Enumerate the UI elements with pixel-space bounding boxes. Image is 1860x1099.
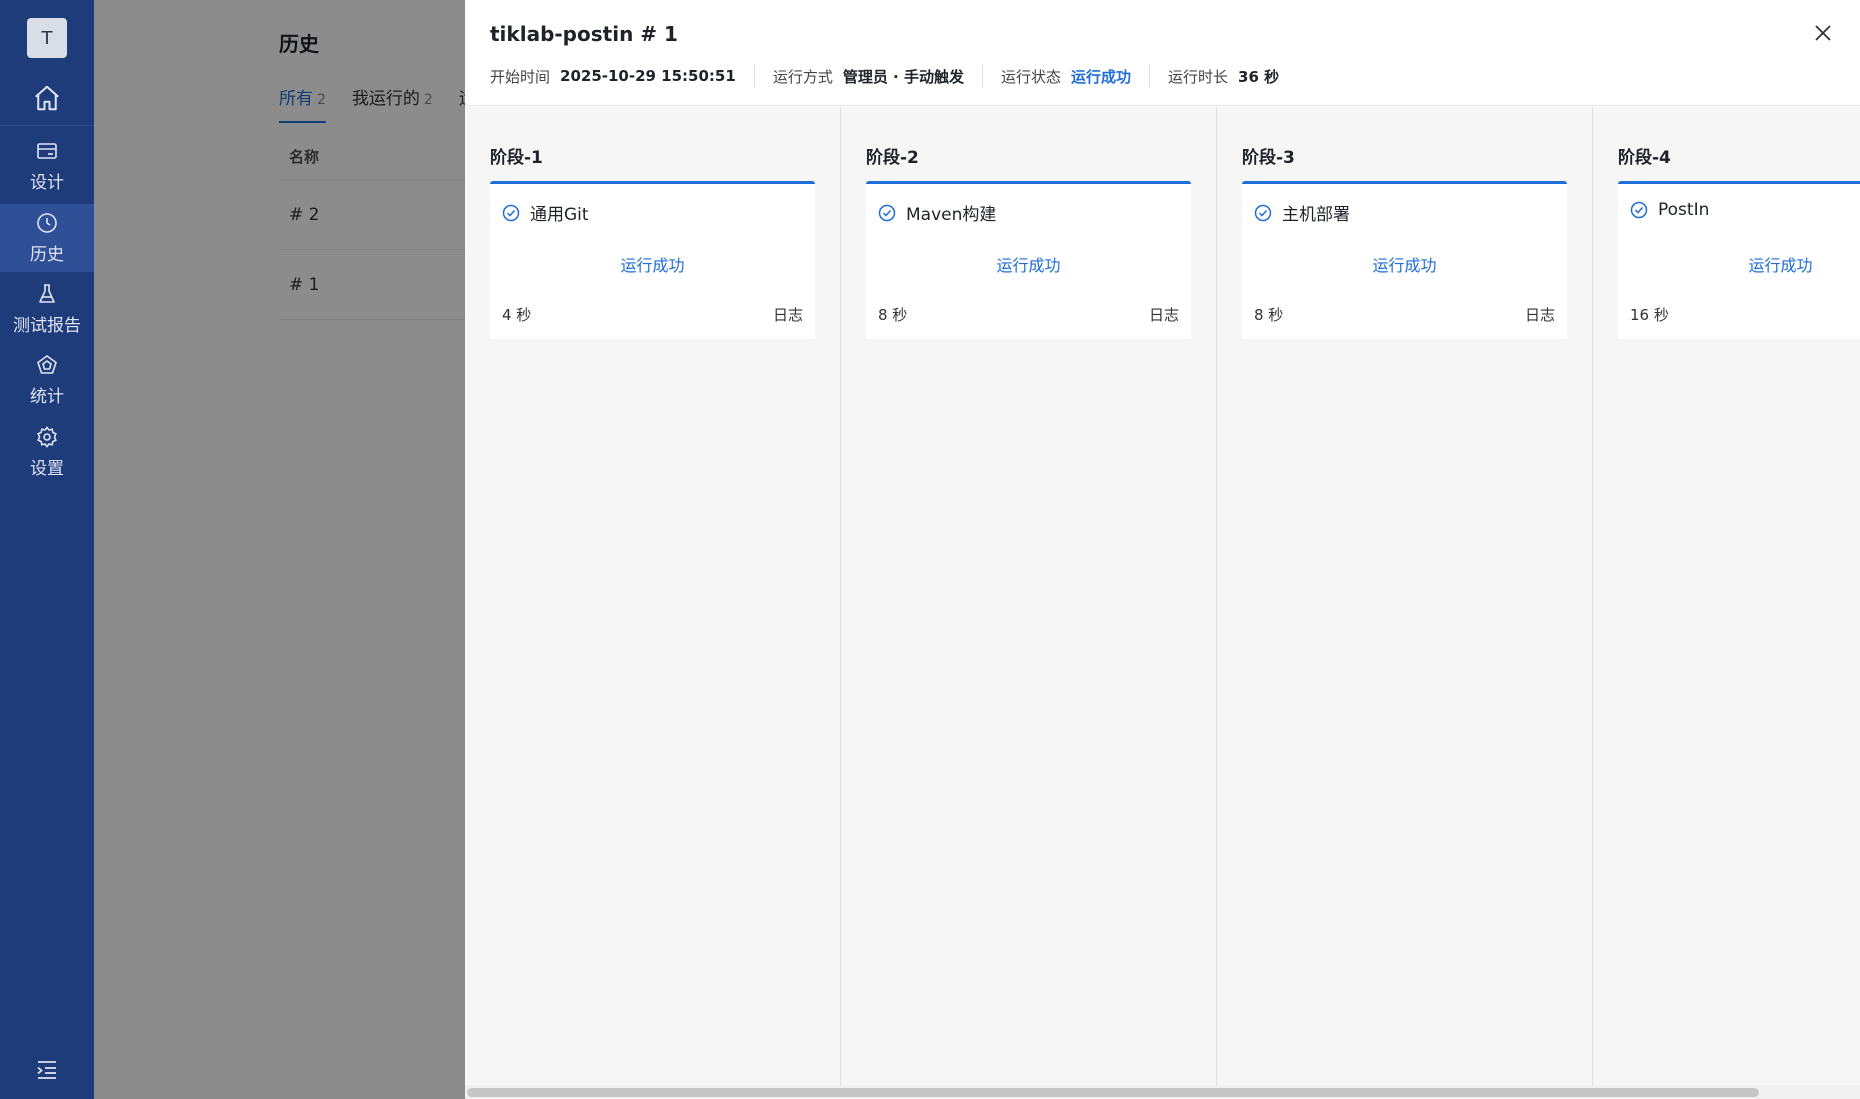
stage-title: 阶段-2: [866, 148, 919, 168]
sidebar-item-design[interactable]: 设计: [0, 132, 94, 200]
task-status: 运行成功: [996, 256, 1061, 275]
task-status: 运行成功: [1372, 256, 1437, 275]
task-duration: 16 秒: [1630, 306, 1669, 324]
meta-label: 运行状态: [1000, 67, 1061, 86]
stage-title: 阶段-4: [1618, 148, 1671, 168]
task-card[interactable]: 主机部署 运行成功 8 秒 日志: [1242, 181, 1567, 339]
run-meta: 开始时间 2025-10-29 15:50:51 运行方式 管理员 · 手动触发…: [490, 64, 1315, 88]
sidebar-item-label: 统计: [30, 387, 64, 407]
task-header: 主机部署: [1254, 200, 1350, 225]
task-card[interactable]: 通用Git 运行成功 4 秒 日志: [490, 181, 815, 339]
meta-run-status: 运行状态 运行成功: [1000, 64, 1151, 88]
home-button[interactable]: [0, 70, 94, 126]
avatar[interactable]: T: [27, 18, 67, 58]
home-icon: [35, 85, 59, 110]
stage-title: 阶段-1: [490, 148, 543, 168]
task-duration: 8 秒: [878, 306, 908, 324]
menu-collapse-icon[interactable]: [35, 1059, 59, 1081]
stage-column: 阶段-4 PostIn 运行成功 16 秒 日志: [1593, 107, 1860, 1085]
card-icon: [37, 143, 57, 159]
meta-label: 运行时长: [1168, 67, 1229, 86]
sidebar-item-label: 设置: [30, 459, 64, 479]
stage-column: 阶段-3 主机部署 运行成功 8 秒 日志: [1217, 107, 1593, 1085]
drawer-header: tiklab-postin # 1 开始时间 2025-10-29 15:50:…: [465, 0, 1860, 106]
task-name: 主机部署: [1282, 205, 1350, 225]
flask-icon: [39, 284, 55, 303]
chart-icon: [37, 355, 57, 374]
task-status: 运行成功: [620, 256, 685, 275]
status-badge: 运行成功: [1071, 67, 1132, 86]
meta-duration: 运行时长 36 秒: [1168, 64, 1297, 88]
check-circle-icon: [878, 204, 896, 221]
stage-board: 阶段-1 通用Git 运行成功 4 秒 日志 阶段-2 Maven构建 运行成功: [465, 107, 1860, 1085]
task-status: 运行成功: [1748, 256, 1813, 275]
meta-value: 管理员 · 手动触发: [842, 67, 964, 86]
sidebar-item-label: 测试报告: [13, 316, 81, 336]
close-button[interactable]: [1808, 18, 1838, 48]
task-header: Maven构建: [878, 200, 996, 225]
check-circle-icon: [502, 204, 520, 221]
sidebar-item-label: 历史: [30, 245, 64, 265]
stage-title: 阶段-3: [1242, 148, 1295, 168]
stage-column: 阶段-1 通用Git 运行成功 4 秒 日志: [465, 107, 841, 1085]
meta-value: 2025-10-29 15:50:51: [560, 67, 736, 85]
sidebar-item-test-report[interactable]: 测试报告: [0, 275, 94, 343]
scrollbar-thumb[interactable]: [467, 1088, 1759, 1097]
meta-value: 36 秒: [1238, 67, 1280, 86]
meta-label: 运行方式: [772, 67, 833, 86]
task-name: Maven构建: [906, 205, 997, 225]
task-header: PostIn: [1630, 200, 1709, 220]
sidebar-item-label: 设计: [30, 173, 64, 193]
sidebar-item-settings[interactable]: 设置: [0, 418, 94, 486]
sidebar-item-history[interactable]: 历史: [0, 204, 94, 272]
drawer-title: tiklab-postin # 1: [490, 22, 678, 46]
meta-run-mode: 运行方式 管理员 · 手动触发: [773, 64, 983, 88]
close-icon: [1815, 25, 1831, 41]
meta-label: 开始时间: [490, 67, 551, 86]
task-header: 通用Git: [502, 200, 589, 225]
task-duration: 8 秒: [1254, 306, 1284, 324]
sidebar-item-statistics[interactable]: 统计: [0, 346, 94, 414]
run-detail-drawer: tiklab-postin # 1 开始时间 2025-10-29 15:50:…: [465, 0, 1860, 1099]
task-name: 通用Git: [530, 205, 589, 225]
log-link[interactable]: 日志: [1525, 304, 1555, 325]
horizontal-scrollbar[interactable]: [465, 1085, 1860, 1099]
task-card[interactable]: Maven构建 运行成功 8 秒 日志: [866, 181, 1191, 339]
clock-icon: [37, 213, 57, 233]
task-name: PostIn: [1658, 200, 1710, 220]
task-duration: 4 秒: [502, 306, 532, 324]
gear-icon: [37, 426, 57, 448]
task-card[interactable]: PostIn 运行成功 16 秒 日志: [1618, 181, 1860, 339]
check-circle-icon: [1630, 201, 1648, 219]
stage-column: 阶段-2 Maven构建 运行成功 8 秒 日志: [841, 107, 1217, 1085]
log-link[interactable]: 日志: [773, 304, 803, 325]
meta-start-time: 开始时间 2025-10-29 15:50:51: [490, 64, 755, 88]
sidebar: T 设计 历史 测试报告 统计 设置: [0, 0, 94, 1099]
check-circle-icon: [1254, 204, 1272, 221]
log-link[interactable]: 日志: [1149, 304, 1179, 325]
